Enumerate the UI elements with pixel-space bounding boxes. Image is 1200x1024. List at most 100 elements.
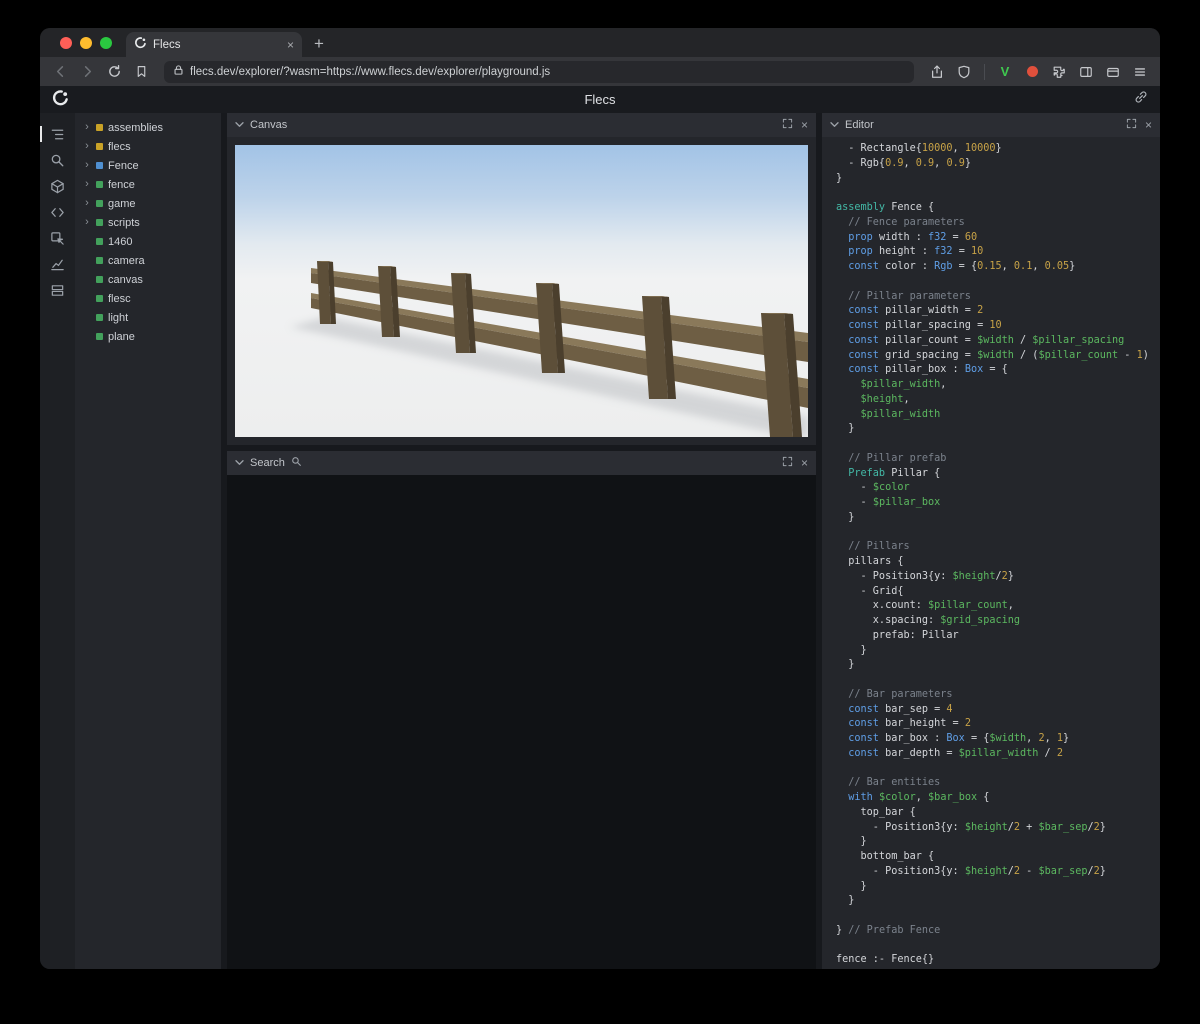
rail-query-search-button[interactable] (40, 147, 75, 173)
rail-entity-tree-button[interactable] (40, 121, 75, 147)
code-line: const pillar_count = $width / $pillar_sp… (836, 334, 1125, 346)
tree-item-plane[interactable]: ›plane (75, 327, 221, 346)
editor-code[interactable]: - Rectangle{10000, 10000} - Rgb{0.9, 0.9… (822, 137, 1160, 969)
back-button[interactable] (48, 60, 72, 84)
expand-chevron-icon[interactable]: › (83, 198, 91, 209)
expand-panel-button[interactable] (782, 456, 793, 470)
entity-color-swatch (96, 162, 103, 169)
code-line: // Bar entities (836, 777, 941, 789)
new-tab-button[interactable]: + (314, 34, 324, 54)
collapse-chevron-icon[interactable] (830, 119, 839, 131)
tree-item-Fence[interactable]: › Fence (75, 156, 221, 175)
window-controls (60, 28, 112, 57)
code-line: bottom_bar { (836, 851, 935, 862)
entity-color-swatch (96, 314, 103, 321)
page-title: Flecs (584, 92, 616, 107)
tree-item-game[interactable]: › game (75, 194, 221, 213)
extension-v-badge[interactable]: V (993, 60, 1017, 84)
search-panel: Search × (227, 451, 816, 969)
close-panel-button[interactable]: × (1145, 119, 1152, 131)
rail-inspector-button[interactable] (40, 225, 75, 251)
expand-panel-button[interactable] (1126, 118, 1137, 132)
code-line: const grid_spacing = $width / ($pillar_c… (836, 349, 1149, 361)
code-line: fence :- Fence{} (836, 954, 935, 966)
expand-chevron-icon[interactable]: › (83, 160, 91, 171)
window-zoom-button[interactable] (100, 36, 112, 49)
tab-title: Flecs (153, 38, 181, 51)
canvas-3d-view[interactable] (235, 145, 808, 437)
entity-label: flesc (108, 292, 131, 305)
editor-panel-title: Editor (845, 119, 874, 131)
entity-color-swatch (96, 181, 103, 188)
code-line: pillars { (836, 556, 904, 567)
expand-chevron-icon[interactable]: › (83, 217, 91, 228)
share-button[interactable] (925, 60, 949, 84)
canvas-panel-title: Canvas (250, 119, 288, 131)
code-line: const bar_height = 2 (836, 718, 971, 730)
entity-label: light (108, 311, 129, 324)
code-line: } // Prefab Fence (836, 924, 941, 936)
close-panel-button[interactable]: × (801, 457, 808, 469)
tree-item-scripts[interactable]: › scripts (75, 213, 221, 232)
tree-item-1460[interactable]: ›1460 (75, 232, 221, 251)
expand-chevron-icon[interactable]: › (83, 141, 91, 152)
code-line: const bar_box : Box = {$width, 2, 1} (836, 733, 1070, 744)
tree-item-flesc[interactable]: ›flesc (75, 289, 221, 308)
search-results-area[interactable] (227, 475, 816, 969)
flecs-explorer-page: Flecs › assemblies › flecs › Fence › fen… (40, 86, 1160, 969)
extensions-puzzle-button[interactable] (1047, 60, 1071, 84)
code-line: } (836, 895, 855, 907)
code-line: - Position3{y: $height/2} (836, 570, 1014, 582)
entity-color-swatch (96, 143, 103, 150)
tree-item-canvas[interactable]: ›canvas (75, 270, 221, 289)
entity-color-swatch (96, 276, 103, 283)
menu-button[interactable] (1128, 60, 1152, 84)
brave-shield-button[interactable] (952, 60, 976, 84)
window-minimize-button[interactable] (80, 36, 92, 49)
rail-stats-button[interactable] (40, 251, 75, 277)
expand-panel-button[interactable] (782, 118, 793, 132)
address-bar[interactable]: flecs.dev/explorer/?wasm=https://www.fle… (164, 60, 914, 83)
tree-item-flecs[interactable]: › flecs (75, 137, 221, 156)
collapse-chevron-icon[interactable] (235, 119, 244, 131)
expand-chevron-icon[interactable]: › (83, 179, 91, 190)
entity-label: assemblies (108, 121, 164, 134)
entity-label: Fence (108, 159, 139, 172)
collapse-chevron-icon[interactable] (235, 457, 244, 469)
code-line: const pillar_width = 2 (836, 305, 984, 317)
tree-item-fence[interactable]: › fence (75, 175, 221, 194)
permalink-button[interactable] (1134, 90, 1148, 109)
code-line: x.count: $pillar_count, (836, 600, 1014, 612)
rail-script-editor-button[interactable] (40, 199, 75, 225)
browser-tab[interactable]: Flecs × (126, 32, 302, 57)
editor-panel: Editor × - Rectangle{10000, 10000} - Rgb… (822, 113, 1160, 969)
code-line: with $color, $bar_box { (836, 792, 990, 803)
window-close-button[interactable] (60, 36, 72, 49)
rail-canvas-cube-button[interactable] (40, 173, 75, 199)
rail-tables-button[interactable] (40, 277, 75, 303)
tree-item-camera[interactable]: ›camera (75, 251, 221, 270)
expand-chevron-icon[interactable]: › (83, 122, 91, 133)
tree-item-light[interactable]: ›light (75, 308, 221, 327)
code-line: // Bar parameters (836, 688, 953, 700)
tab-close-icon[interactable]: × (287, 39, 294, 51)
bookmark-icon[interactable] (129, 60, 153, 84)
extension-badge-red[interactable] (1020, 60, 1044, 84)
code-line: prefab: Pillar (836, 629, 959, 641)
canvas-body (227, 137, 816, 445)
sidebar-button[interactable] (1074, 60, 1098, 84)
forward-button[interactable] (75, 60, 99, 84)
wallet-button[interactable] (1101, 60, 1125, 84)
code-line: - Rgb{0.9, 0.9, 0.9} (836, 157, 971, 169)
reload-button[interactable] (102, 60, 126, 84)
icon-rail (40, 113, 75, 969)
code-line: $pillar_width, (860, 379, 947, 390)
site-lock-icon[interactable] (173, 63, 184, 81)
code-line: prop width : f32 = 60 (836, 231, 978, 243)
close-panel-button[interactable]: × (801, 119, 808, 131)
entity-label: scripts (108, 216, 140, 229)
tree-item-assemblies[interactable]: › assemblies (75, 118, 221, 137)
